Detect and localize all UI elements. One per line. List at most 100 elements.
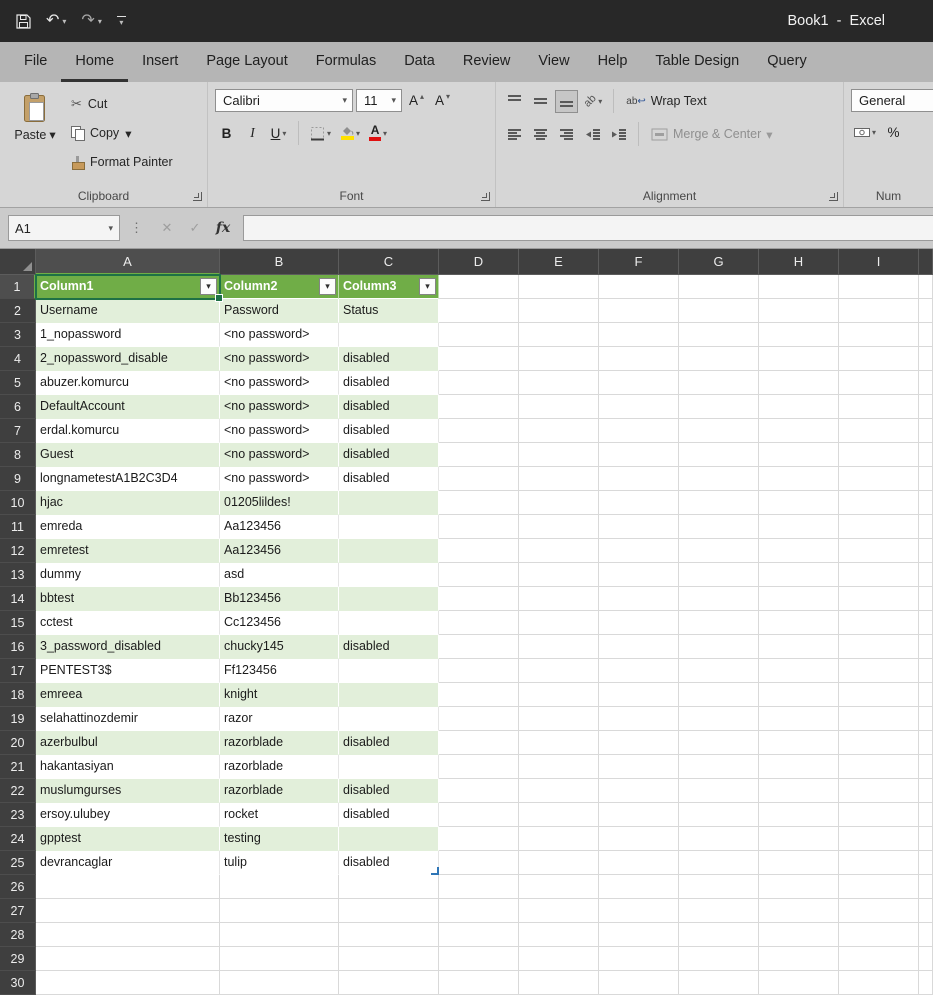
cell-D9[interactable] bbox=[439, 467, 519, 491]
cell-E19[interactable] bbox=[519, 707, 599, 731]
cell-J8[interactable] bbox=[919, 443, 933, 467]
cell-G1[interactable] bbox=[679, 275, 759, 299]
cell-A17[interactable]: PENTEST3$ bbox=[36, 659, 220, 683]
cell-C7[interactable]: disabled bbox=[339, 419, 439, 443]
cell-C1[interactable]: Column3 ▾ bbox=[339, 275, 439, 299]
cell-A26[interactable] bbox=[36, 875, 220, 899]
cell-B5[interactable]: <no password> bbox=[220, 371, 339, 395]
cell-J4[interactable] bbox=[919, 347, 933, 371]
cell-H19[interactable] bbox=[759, 707, 839, 731]
cell-I29[interactable] bbox=[839, 947, 919, 971]
cell-F28[interactable] bbox=[599, 923, 679, 947]
cell-J2[interactable] bbox=[919, 299, 933, 323]
cell-B28[interactable] bbox=[220, 923, 339, 947]
cell-D8[interactable] bbox=[439, 443, 519, 467]
tab-page-layout[interactable]: Page Layout bbox=[192, 42, 301, 82]
row-header-21[interactable]: 21 bbox=[0, 755, 36, 779]
filter-button-column3[interactable]: ▾ bbox=[419, 278, 436, 295]
cell-F24[interactable] bbox=[599, 827, 679, 851]
format-painter-button[interactable]: Format Painter bbox=[71, 152, 173, 172]
cell-G26[interactable] bbox=[679, 875, 759, 899]
accounting-format-button[interactable]: ▾ bbox=[851, 121, 879, 144]
cell-G14[interactable] bbox=[679, 587, 759, 611]
cell-A21[interactable]: hakantasiyan bbox=[36, 755, 220, 779]
cell-D30[interactable] bbox=[439, 971, 519, 995]
cell-A29[interactable] bbox=[36, 947, 220, 971]
cell-G9[interactable] bbox=[679, 467, 759, 491]
cell-J30[interactable] bbox=[919, 971, 933, 995]
cell-J10[interactable] bbox=[919, 491, 933, 515]
align-center-button[interactable] bbox=[529, 123, 552, 146]
cell-B20[interactable]: razorblade bbox=[220, 731, 339, 755]
cell-H13[interactable] bbox=[759, 563, 839, 587]
cell-D6[interactable] bbox=[439, 395, 519, 419]
cell-B23[interactable]: rocket bbox=[220, 803, 339, 827]
cell-F13[interactable] bbox=[599, 563, 679, 587]
cell-G8[interactable] bbox=[679, 443, 759, 467]
cell-H24[interactable] bbox=[759, 827, 839, 851]
cell-G25[interactable] bbox=[679, 851, 759, 875]
tab-data[interactable]: Data bbox=[390, 42, 449, 82]
cell-D16[interactable] bbox=[439, 635, 519, 659]
cell-J17[interactable] bbox=[919, 659, 933, 683]
row-header-14[interactable]: 14 bbox=[0, 587, 36, 611]
cell-J27[interactable] bbox=[919, 899, 933, 923]
cell-J29[interactable] bbox=[919, 947, 933, 971]
row-header-4[interactable]: 4 bbox=[0, 347, 36, 371]
cell-E7[interactable] bbox=[519, 419, 599, 443]
cell-I12[interactable] bbox=[839, 539, 919, 563]
cell-H15[interactable] bbox=[759, 611, 839, 635]
column-header-I[interactable]: I bbox=[839, 249, 919, 275]
cell-F21[interactable] bbox=[599, 755, 679, 779]
row-header-10[interactable]: 10 bbox=[0, 491, 36, 515]
cell-E25[interactable] bbox=[519, 851, 599, 875]
cell-H17[interactable] bbox=[759, 659, 839, 683]
cell-I4[interactable] bbox=[839, 347, 919, 371]
cell-E13[interactable] bbox=[519, 563, 599, 587]
merge-center-button[interactable]: Merge & Center ▾ bbox=[647, 123, 777, 146]
cell-H18[interactable] bbox=[759, 683, 839, 707]
cell-J6[interactable] bbox=[919, 395, 933, 419]
cell-A13[interactable]: dummy bbox=[36, 563, 220, 587]
column-header-D[interactable]: D bbox=[439, 249, 519, 275]
cell-A5[interactable]: abuzer.komurcu bbox=[36, 371, 220, 395]
tab-formulas[interactable]: Formulas bbox=[302, 42, 390, 82]
cell-D5[interactable] bbox=[439, 371, 519, 395]
cell-I3[interactable] bbox=[839, 323, 919, 347]
cell-A24[interactable]: gpptest bbox=[36, 827, 220, 851]
cell-E1[interactable] bbox=[519, 275, 599, 299]
bottom-align-button[interactable] bbox=[555, 89, 578, 113]
cell-D2[interactable] bbox=[439, 299, 519, 323]
clipboard-dialog-launcher-icon[interactable] bbox=[193, 192, 202, 201]
cell-I2[interactable] bbox=[839, 299, 919, 323]
tab-file[interactable]: File bbox=[10, 42, 61, 82]
cell-I19[interactable] bbox=[839, 707, 919, 731]
formula-bar-splitter[interactable]: ⋮ bbox=[130, 220, 143, 236]
cell-H1[interactable] bbox=[759, 275, 839, 299]
cell-G2[interactable] bbox=[679, 299, 759, 323]
cell-B21[interactable]: razorblade bbox=[220, 755, 339, 779]
cell-C24[interactable] bbox=[339, 827, 439, 851]
column-header-H[interactable]: H bbox=[759, 249, 839, 275]
cell-J11[interactable] bbox=[919, 515, 933, 539]
cell-C2[interactable]: Status bbox=[339, 299, 439, 323]
decrease-indent-button[interactable] bbox=[581, 123, 604, 146]
cell-E8[interactable] bbox=[519, 443, 599, 467]
font-size-select[interactable]: 11 ▾ bbox=[356, 89, 402, 112]
cut-button[interactable]: ✂ Cut bbox=[71, 94, 173, 114]
cell-J23[interactable] bbox=[919, 803, 933, 827]
cell-C28[interactable] bbox=[339, 923, 439, 947]
cell-F9[interactable] bbox=[599, 467, 679, 491]
cell-G16[interactable] bbox=[679, 635, 759, 659]
tab-insert[interactable]: Insert bbox=[128, 42, 192, 82]
align-right-button[interactable] bbox=[555, 123, 578, 146]
cell-H28[interactable] bbox=[759, 923, 839, 947]
cell-D26[interactable] bbox=[439, 875, 519, 899]
cell-H25[interactable] bbox=[759, 851, 839, 875]
cell-F26[interactable] bbox=[599, 875, 679, 899]
cell-F25[interactable] bbox=[599, 851, 679, 875]
cell-E5[interactable] bbox=[519, 371, 599, 395]
cell-F3[interactable] bbox=[599, 323, 679, 347]
cell-A11[interactable]: emreda bbox=[36, 515, 220, 539]
cell-J20[interactable] bbox=[919, 731, 933, 755]
